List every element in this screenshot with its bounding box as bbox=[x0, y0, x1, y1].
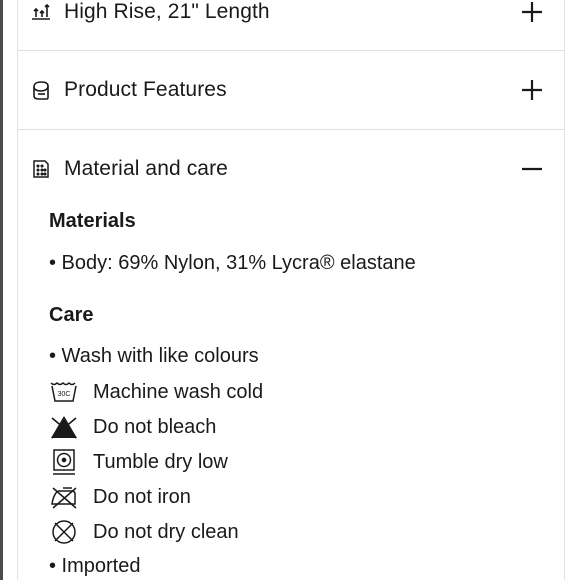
wash-30c-icon: 30C bbox=[49, 378, 79, 406]
care-instruction: Do not dry clean bbox=[49, 518, 239, 546]
svg-text:30C: 30C bbox=[58, 391, 71, 398]
accordion-label-features: Product Features bbox=[64, 78, 227, 101]
materials-item: • Body: 69% Nylon, 31% Lycra® elastane bbox=[49, 252, 416, 274]
care-instruction: Do not bleach bbox=[49, 413, 216, 441]
care-label: Do not iron bbox=[93, 485, 191, 508]
window-edge bbox=[0, 0, 3, 580]
minus-icon[interactable] bbox=[520, 157, 544, 181]
fabric-roll-icon bbox=[30, 79, 52, 101]
care-instruction: 30C Machine wash cold bbox=[49, 378, 263, 406]
care-instruction: Do not iron bbox=[49, 483, 191, 511]
tumble-dry-low-icon bbox=[49, 448, 79, 476]
care-label: Machine wash cold bbox=[93, 380, 264, 403]
care-instruction: Tumble dry low bbox=[49, 448, 228, 476]
measure-arrows-icon bbox=[30, 1, 52, 23]
accordion-label-rise: High Rise, 21" Length bbox=[64, 0, 270, 23]
fabric-swatch-icon bbox=[30, 158, 52, 180]
accordion-item-features[interactable]: Product Features bbox=[18, 51, 564, 129]
materials-heading: Materials bbox=[49, 210, 136, 232]
accordion-label-material: Material and care bbox=[64, 157, 228, 180]
care-heading: Care bbox=[49, 304, 94, 326]
accordion-item-rise[interactable]: High Rise, 21" Length bbox=[18, 0, 564, 24]
accordion-item-material[interactable]: Material and care bbox=[18, 130, 564, 208]
no-bleach-icon bbox=[49, 413, 79, 441]
care-label: Do not dry clean bbox=[93, 520, 239, 543]
care-item-wash-colours: • Wash with like colours bbox=[49, 345, 259, 367]
plus-icon[interactable] bbox=[520, 0, 544, 24]
plus-icon[interactable] bbox=[520, 78, 544, 102]
care-item-imported: • Imported bbox=[49, 555, 141, 577]
no-iron-icon bbox=[49, 483, 79, 511]
care-label: Tumble dry low bbox=[93, 450, 228, 473]
no-dry-clean-icon bbox=[49, 518, 79, 546]
care-label: Do not bleach bbox=[93, 415, 217, 438]
